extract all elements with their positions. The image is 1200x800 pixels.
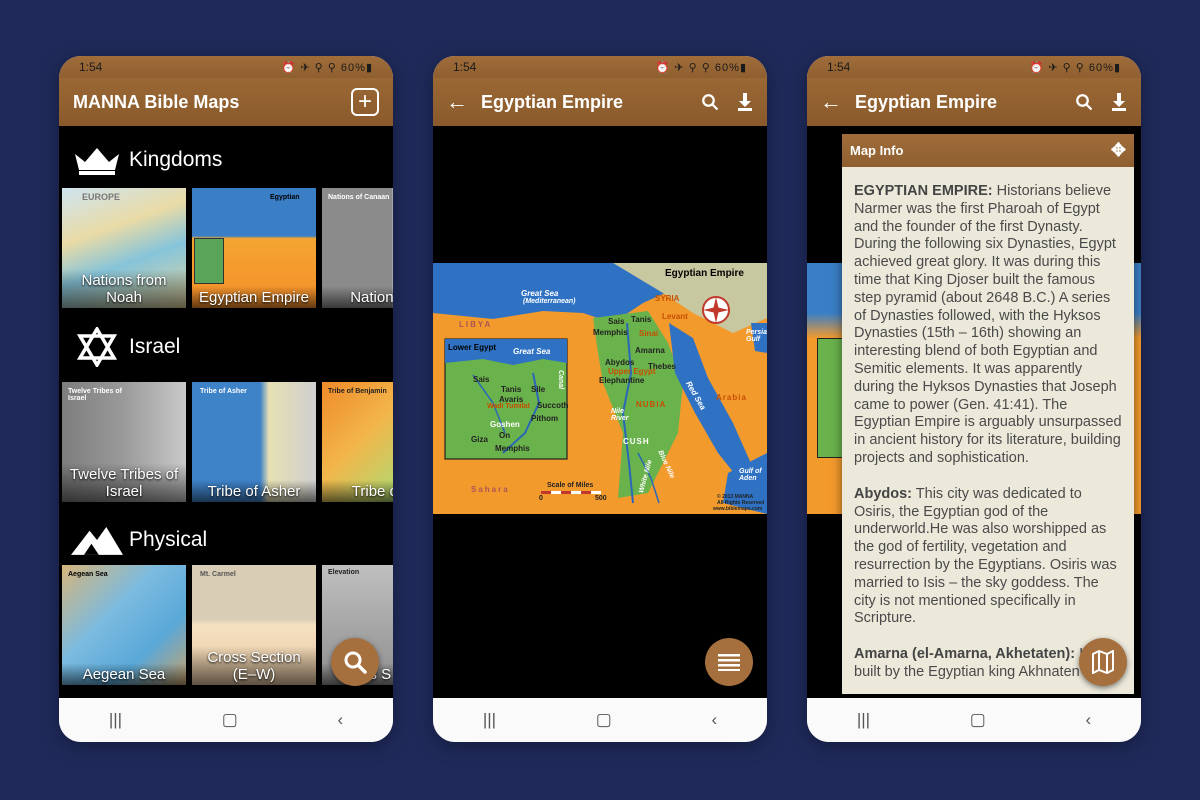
map-thumb-egyptian-empire[interactable]: Egyptian Egyptian Empire <box>192 188 316 308</box>
status-icons: ⏰ ✈ ⚲ ⚲ 60%▮ <box>281 61 373 74</box>
map-info-panel: Map Info ✥ EGYPTIAN EMPIRE: Historians b… <box>842 134 1134 694</box>
thumb-caption: Tribe of Asher <box>192 480 316 502</box>
app-bar-actions <box>1075 93 1141 111</box>
app-bar-actions <box>701 93 767 111</box>
thumb-caption: Egyptian Empire <box>192 286 316 308</box>
move-icon[interactable]: ✥ <box>1111 140 1126 161</box>
back-nav-icon[interactable]: ‹ <box>337 710 343 730</box>
app-bar: MANNA Bible Maps + <box>59 78 393 126</box>
section-title: Israel <box>129 335 181 358</box>
section-kingdoms: Kingdoms <box>71 142 222 178</box>
star-of-david-icon <box>71 327 123 367</box>
recent-apps-icon[interactable]: ||| <box>483 710 496 730</box>
section-physical: Physical <box>71 522 207 558</box>
map-info-body: EGYPTIAN EMPIRE: Historians believe Narm… <box>842 167 1134 682</box>
status-time: 1:54 <box>79 60 103 74</box>
status-icons: ⏰ ✈ ⚲ ⚲ 60%▮ <box>1029 61 1121 74</box>
map-canvas-background: Map Info ✥ EGYPTIAN EMPIRE: Historians b… <box>807 126 1141 698</box>
status-time: 1:54 <box>827 60 851 74</box>
status-icons: ⏰ ✈ ⚲ ⚲ 60%▮ <box>655 61 747 74</box>
israel-row: Twelve Tribes of Israel Twelve Tribes of… <box>62 382 393 502</box>
thumb-caption: Nations of <box>322 286 393 308</box>
section-israel: Israel <box>71 327 181 367</box>
section-title: Kingdoms <box>129 148 223 171</box>
map-icon <box>1092 650 1114 674</box>
app-bar: ← Egyptian Empire <box>807 78 1141 126</box>
status-bar: 1:54 ⏰ ✈ ⚲ ⚲ 60%▮ <box>59 56 393 78</box>
map-thumb-twelve-tribes[interactable]: Twelve Tribes of Israel Twelve Tribes of… <box>62 382 186 502</box>
home-icon[interactable]: ▢ <box>222 710 238 730</box>
home-icon[interactable]: ▢ <box>970 710 986 730</box>
status-time: 1:54 <box>453 60 477 74</box>
system-nav-bar: ||| ▢ ‹ <box>433 698 767 742</box>
app-bar: ← Egyptian Empire <box>433 78 767 126</box>
section-title: Physical <box>129 528 208 551</box>
map-info-header[interactable]: Map Info ✥ <box>842 134 1134 167</box>
app-bar-actions: + <box>351 88 393 116</box>
map-thumb-aegean-sea[interactable]: Aegean Sea Aegean Sea <box>62 565 186 685</box>
map-thumb-cross-section-ew[interactable]: Mt. Carmel Cross Section (E–W) <box>192 565 316 685</box>
map-catalog: Kingdoms EUROPE Nations from Noah Egypti… <box>59 126 393 698</box>
layers-menu-button[interactable] <box>705 638 753 686</box>
download-icon[interactable] <box>1111 93 1127 111</box>
menu-icon <box>718 654 740 671</box>
egyptian-empire-map[interactable]: Egyptian Empire Great Sea (Mediterranean… <box>433 263 767 514</box>
map-title: Egyptian Empire <box>855 91 998 112</box>
map-view-button[interactable] <box>1079 638 1127 686</box>
search-button[interactable] <box>331 638 379 686</box>
home-icon[interactable]: ▢ <box>596 710 612 730</box>
mountains-icon <box>71 522 123 558</box>
recent-apps-icon[interactable]: ||| <box>109 710 122 730</box>
status-bar: 1:54 ⏰ ✈ ⚲ ⚲ 60%▮ <box>807 56 1141 78</box>
panel-title: Map Info <box>850 143 904 158</box>
crown-icon <box>71 142 123 178</box>
add-icon[interactable]: + <box>351 88 379 116</box>
map-thumb-tribe-of-benjamin[interactable]: Tribe of Benjamin Tribe of B <box>322 382 393 502</box>
map-canvas: Egyptian Empire Great Sea (Mediterranean… <box>433 126 767 698</box>
phone-map-info: 1:54 ⏰ ✈ ⚲ ⚲ 60%▮ ← Egyptian Empire Map … <box>807 56 1141 742</box>
thumb-caption: Tribe of B <box>322 480 393 502</box>
download-icon[interactable] <box>737 93 753 111</box>
back-nav-icon[interactable]: ‹ <box>711 710 717 730</box>
kingdoms-row: EUROPE Nations from Noah Egyptian Egypti… <box>62 188 393 308</box>
thumb-caption: Twelve Tribes of Israel <box>62 463 186 502</box>
thumb-caption: Aegean Sea <box>62 663 186 685</box>
recent-apps-icon[interactable]: ||| <box>857 710 870 730</box>
map-thumb-tribe-of-asher[interactable]: Tribe of Asher Tribe of Asher <box>192 382 316 502</box>
search-icon[interactable] <box>701 93 719 111</box>
info-paragraph: Abydos: This city was dedicated to Osiri… <box>854 485 1117 627</box>
search-icon <box>344 651 367 674</box>
phone-map-view: 1:54 ⏰ ✈ ⚲ ⚲ 60%▮ ← Egyptian Empire Egyp… <box>433 56 767 742</box>
phone-home-screen: 1:54 ⏰ ✈ ⚲ ⚲ 60%▮ MANNA Bible Maps + Kin… <box>59 56 393 742</box>
search-icon[interactable] <box>1075 93 1093 111</box>
back-arrow-icon[interactable]: ← <box>807 89 855 115</box>
map-thumb-nations-from-noah[interactable]: EUROPE Nations from Noah <box>62 188 186 308</box>
info-paragraph: EGYPTIAN EMPIRE: Historians believe Narm… <box>854 183 1122 466</box>
back-arrow-icon[interactable]: ← <box>433 89 481 115</box>
thumb-caption: Cross Section (E–W) <box>192 646 316 685</box>
thumb-caption: Nations from Noah <box>62 269 186 308</box>
app-title: MANNA Bible Maps <box>73 91 240 112</box>
map-thumb-nations-of-canaan[interactable]: Nations of Canaan Nations of <box>322 188 393 308</box>
back-nav-icon[interactable]: ‹ <box>1085 710 1091 730</box>
status-bar: 1:54 ⏰ ✈ ⚲ ⚲ 60%▮ <box>433 56 767 78</box>
system-nav-bar: ||| ▢ ‹ <box>59 698 393 742</box>
map-title: Egyptian Empire <box>481 91 624 112</box>
system-nav-bar: ||| ▢ ‹ <box>807 698 1141 742</box>
